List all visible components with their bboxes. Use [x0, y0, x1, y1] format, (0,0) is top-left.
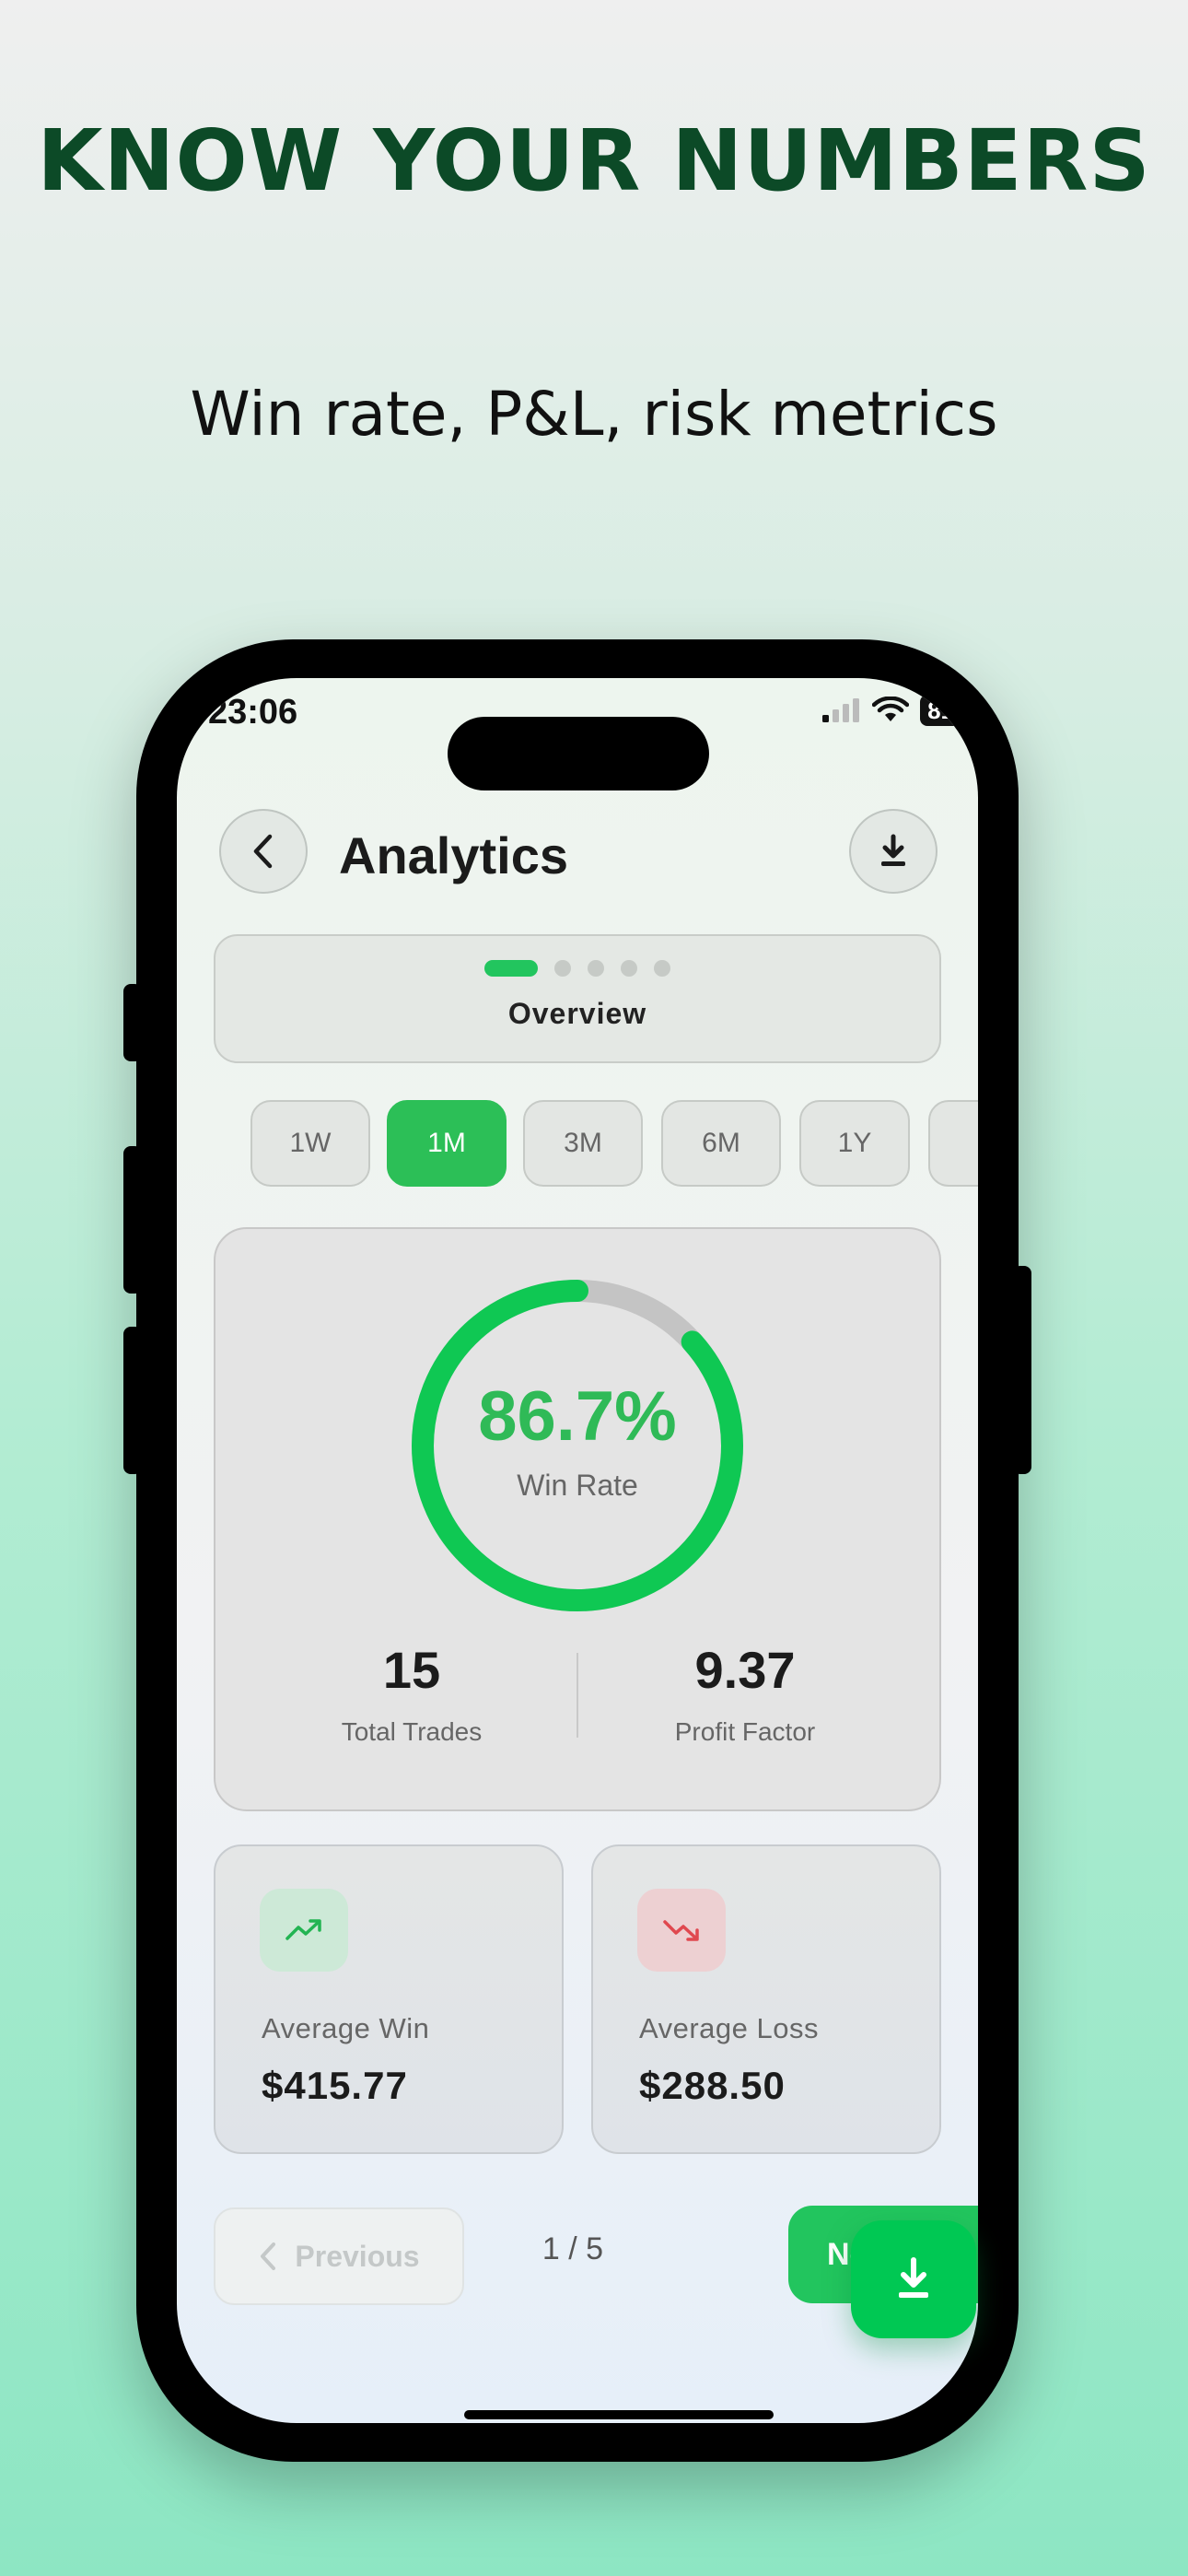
page-dot-3[interactable] [588, 960, 604, 977]
chevron-left-icon [261, 2242, 276, 2270]
overview-section-card[interactable]: Overview [214, 934, 941, 1063]
status-icons: 81 [821, 695, 961, 726]
tab-1w[interactable]: 1W [250, 1100, 370, 1187]
dynamic-island [448, 717, 709, 790]
average-loss-value: $288.50 [639, 2064, 786, 2107]
average-win-label: Average Win [262, 2012, 430, 2044]
trending-up-icon [260, 1889, 348, 1972]
phone-volume-down-button [123, 1327, 142, 1474]
tab-3m[interactable]: 3M [523, 1100, 643, 1187]
page-dot-2[interactable] [554, 960, 571, 977]
overview-label: Overview [507, 997, 647, 1030]
download-icon [881, 834, 905, 866]
average-win-card: Average Win $415.77 [214, 1844, 564, 2154]
phone-frame: 23:06 81 Analytics Overview 1W 1M 3M 6M … [123, 639, 1031, 2462]
download-icon [899, 2257, 928, 2298]
floating-download-button[interactable] [851, 2220, 976, 2338]
marketing-headline: KNOW YOUR NUMBERS [37, 111, 1151, 210]
total-trades-label: Total Trades [341, 1717, 483, 1746]
page-dot-1[interactable] [484, 960, 538, 977]
tab-more[interactable] [928, 1100, 978, 1187]
cellular-signal-icon [822, 698, 860, 722]
stats-divider [577, 1653, 578, 1738]
page-dot-5[interactable] [654, 960, 670, 977]
app-screen: 23:06 81 Analytics Overview 1W 1M 3M 6M … [177, 678, 978, 2423]
win-rate-card: 86.7% Win Rate 15 Total Trades 9.37 Prof… [214, 1227, 941, 1811]
profit-factor-label: Profit Factor [674, 1717, 816, 1746]
page-dot-4[interactable] [621, 960, 637, 977]
status-time: 23:06 [208, 693, 298, 732]
profit-factor-value: 9.37 [694, 1641, 796, 1699]
export-button[interactable] [849, 809, 938, 894]
chevron-left-icon [253, 834, 273, 869]
phone-power-button [1013, 1266, 1031, 1474]
average-loss-label: Average Loss [639, 2012, 819, 2044]
wifi-icon [872, 697, 910, 721]
page-counter: 1 / 5 [542, 2231, 604, 2266]
average-win-value: $415.77 [262, 2064, 408, 2107]
home-indicator [464, 2410, 774, 2419]
tab-1m[interactable]: 1M [387, 1100, 507, 1187]
average-loss-card: Average Loss $288.50 [591, 1844, 941, 2154]
previous-label: Previous [295, 2239, 420, 2273]
win-rate-label: Win Rate [517, 1469, 638, 1502]
back-button[interactable] [219, 809, 308, 894]
marketing-subline: Win rate, P&L, risk metrics [190, 379, 998, 450]
page-title: Analytics [339, 826, 568, 884]
phone-action-button [123, 984, 142, 1061]
total-trades-value: 15 [382, 1641, 441, 1699]
win-rate-value: 86.7% [478, 1377, 677, 1456]
tab-1y[interactable]: 1Y [799, 1100, 910, 1187]
trending-down-icon [637, 1889, 726, 1972]
previous-button[interactable]: Previous [214, 2207, 464, 2305]
page-indicator [215, 960, 939, 977]
battery-indicator: 81 [920, 695, 961, 726]
tab-6m[interactable]: 6M [661, 1100, 781, 1187]
phone-volume-up-button [123, 1146, 142, 1294]
